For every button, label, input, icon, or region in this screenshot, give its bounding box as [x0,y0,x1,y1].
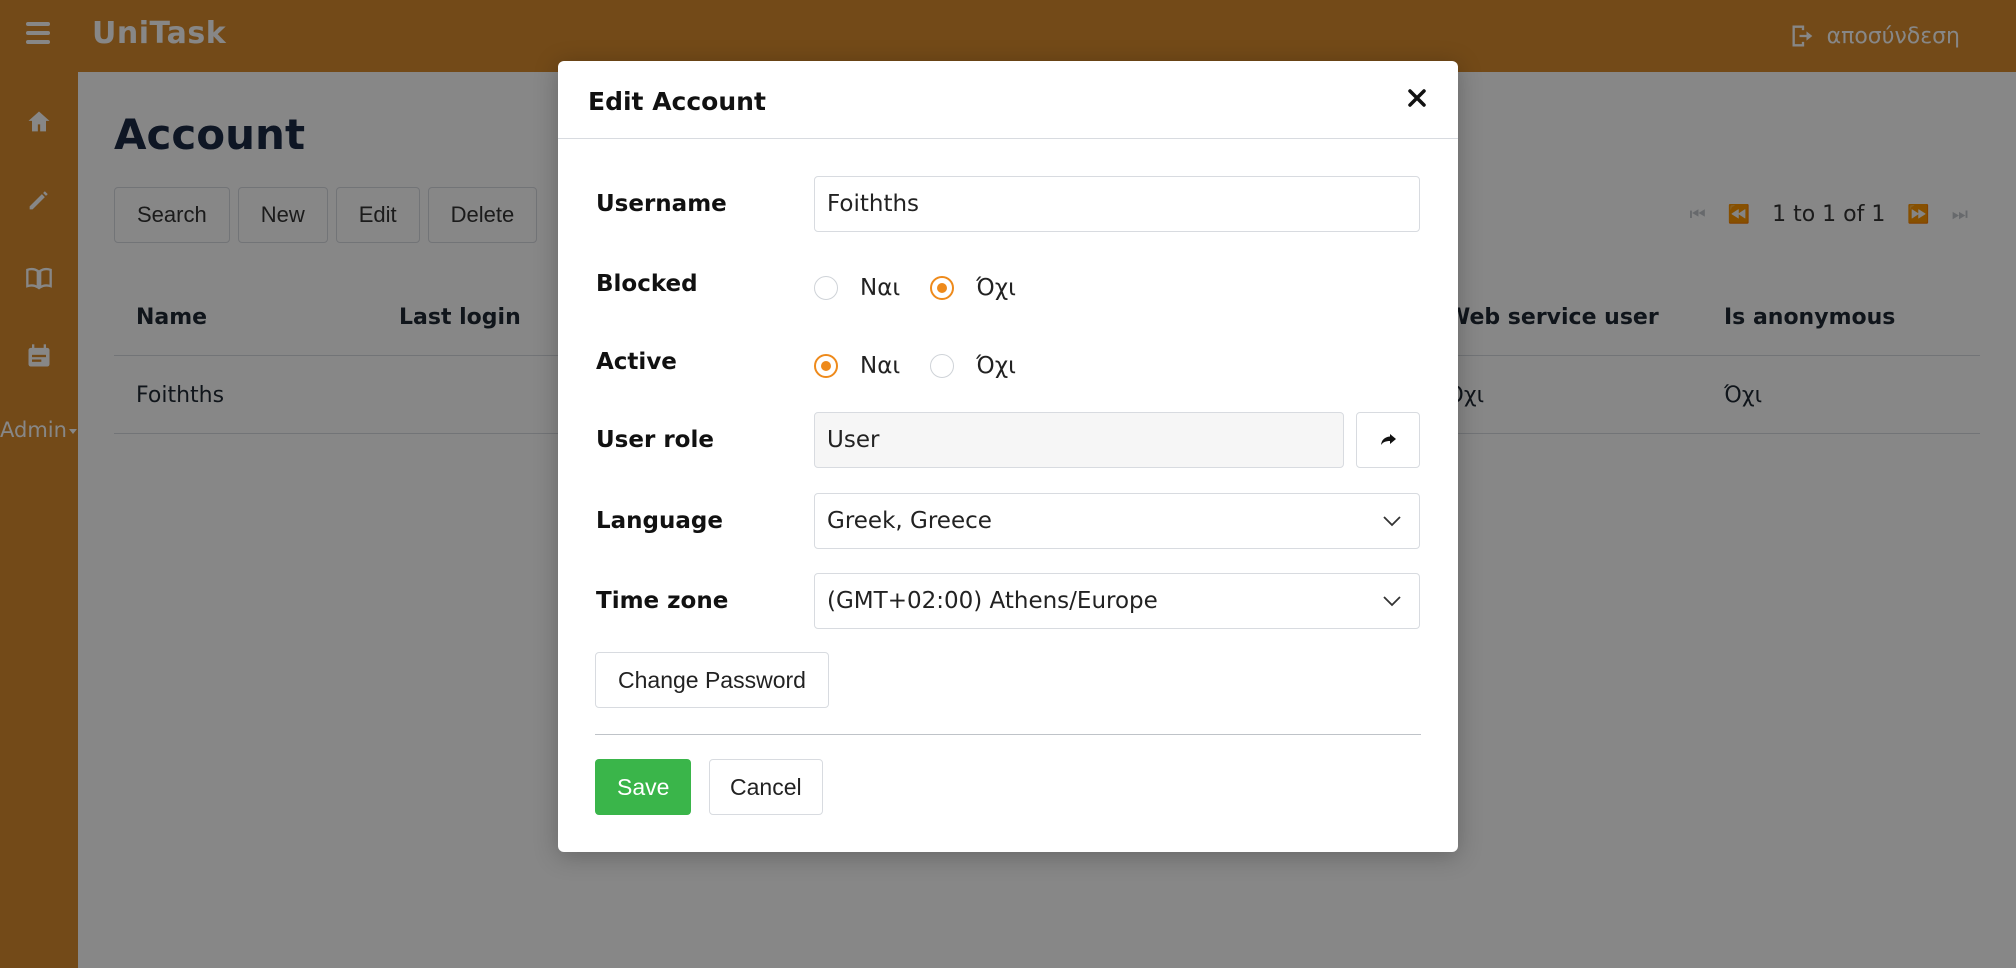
active-radio-group: Ναι Όχι [814,346,1046,386]
username-input[interactable]: Foithths [814,176,1420,232]
time-zone-select[interactable]: (GMT+02:00) Athens/Europe [814,573,1420,629]
active-no-label[interactable]: Όχι [976,353,1016,379]
cancel-button[interactable]: Cancel [709,759,823,815]
active-label: Active [596,349,677,375]
change-password-button[interactable]: Change Password [595,652,829,708]
language-value: Greek, Greece [827,508,992,534]
edit-account-dialog: Edit Account Username Foithths Blocked Ν… [558,61,1458,852]
blocked-yes-label[interactable]: Ναι [860,275,900,301]
close-button[interactable] [1402,83,1432,113]
time-zone-value: (GMT+02:00) Athens/Europe [827,588,1158,614]
username-label: Username [596,191,727,217]
chevron-down-icon [1383,596,1401,607]
close-icon [1408,89,1426,107]
open-user-role-button[interactable] [1356,412,1420,468]
blocked-radio-group: Ναι Όχι [814,268,1046,308]
share-arrow-icon [1381,434,1396,445]
user-role-field: User [814,412,1344,468]
dialog-header: Edit Account [558,61,1458,139]
dialog-divider [595,734,1421,735]
language-label: Language [596,508,723,534]
user-role-label: User role [596,427,714,453]
active-no-radio[interactable] [930,354,955,378]
blocked-label: Blocked [596,271,698,297]
blocked-no-radio[interactable] [930,276,955,300]
time-zone-label: Time zone [596,588,729,614]
blocked-yes-radio[interactable] [814,276,838,300]
active-yes-radio[interactable] [814,354,838,378]
active-yes-label[interactable]: Ναι [860,353,900,379]
chevron-down-icon [1383,516,1401,527]
blocked-no-label[interactable]: Όχι [976,275,1016,301]
language-select[interactable]: Greek, Greece [814,493,1420,549]
save-button[interactable]: Save [595,759,692,815]
dialog-title: Edit Account [588,87,766,116]
